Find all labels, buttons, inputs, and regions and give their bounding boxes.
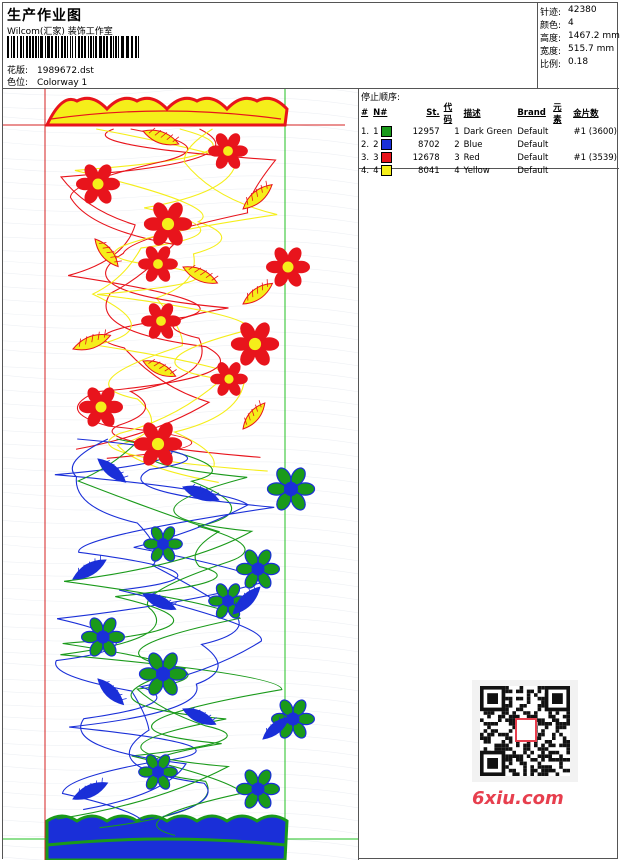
col-header-element: 元素 [553, 103, 562, 125]
col-header-stitches: St. [426, 108, 440, 118]
table-row: 4. 4 8041 4 Yellow Default [361, 165, 549, 176]
stat-colors: 颜色: 4 [540, 18, 574, 31]
table-header-row: # N# St. 代码 描述 Brand 元素 金片数 [359, 101, 619, 125]
qr-code[interactable] [472, 680, 578, 782]
stamp-seal [515, 718, 537, 742]
stat-height: 高度: 1467.2 mm [540, 31, 620, 44]
colorway-label: 色位: [7, 78, 29, 88]
stat-scale: 比例: 0.18 [540, 57, 589, 70]
table-row: 1. 1 12957 1 Dark Green Default #1 (3600… [361, 126, 617, 137]
embroidery-pattern [3, 89, 358, 860]
color-swatch [381, 165, 393, 176]
color-swatch [381, 152, 393, 163]
watermark-logo: 6xiu.com [472, 788, 564, 809]
col-header-num: # [361, 108, 369, 118]
col-header-desc: 描述 [463, 109, 481, 119]
stat-width: 宽度: 515.7 mm [540, 44, 615, 57]
page-title: 生产作业图 [7, 8, 82, 24]
color-swatch [381, 139, 393, 150]
table-row: 2. 2 8702 2 Blue Default [361, 139, 549, 150]
stats-panel: 针迹: 42380 颜色: 4 高度: 1467.2 mm 宽度: 515.7 mm 比… [538, 3, 620, 89]
table-row: 3. 3 12678 3 Red Default #1 (3539) [361, 152, 617, 163]
header-panel: 生产作业图 Wilcom(汇家) 装饰工作室 花版: 1989672.dst 色位… [3, 3, 538, 89]
col-header-sequin: 金片数 [573, 109, 599, 119]
stop-sequence-panel: 停止顺序: # N# St. 代码 描述 Brand 元素 金片数 1. 1 1… [359, 89, 619, 176]
col-header-n: N# [373, 108, 388, 118]
embroidery-design-preview [3, 89, 359, 860]
colorway-row: 色位: Colorway 1 [7, 75, 87, 88]
colorway-value: Colorway 1 [37, 78, 88, 88]
barcode [7, 36, 139, 58]
stat-stitches: 针迹: 42380 [540, 5, 597, 18]
col-header-code: 代码 [443, 103, 453, 125]
col-header-brand: Brand [517, 108, 546, 118]
stop-sequence-table: # N# St. 代码 描述 Brand 元素 金片数 1. 1 12957 1… [359, 101, 619, 177]
color-swatch [381, 126, 393, 137]
